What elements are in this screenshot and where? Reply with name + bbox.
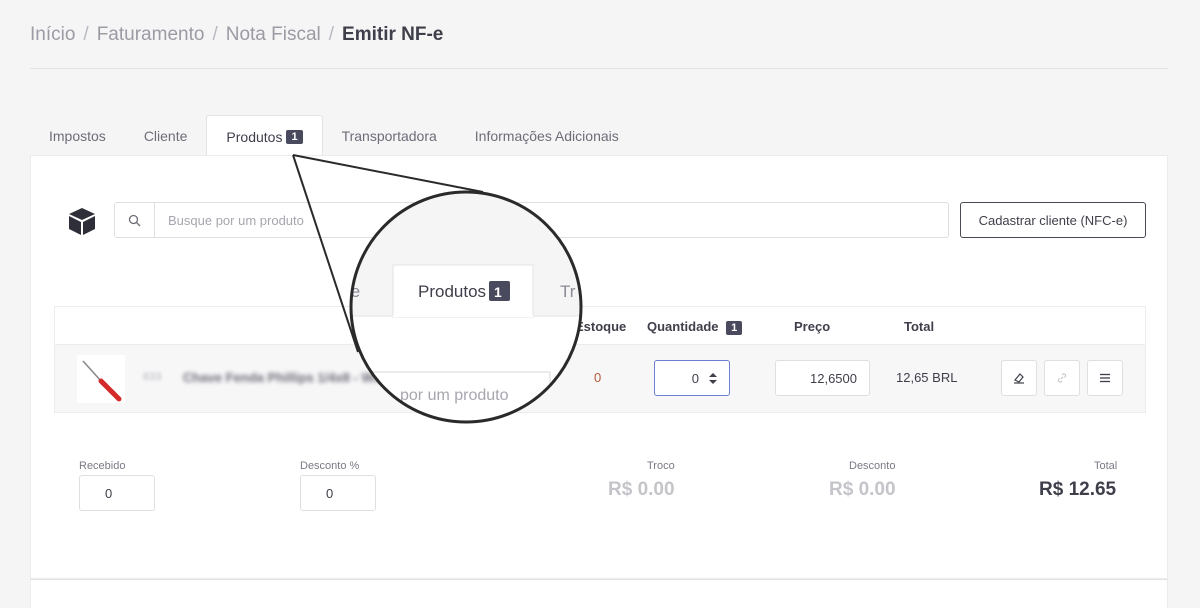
table-row: 633 Chave Fenda Phillips 1/4x8 - Wd 0 0 … <box>55 345 1145 412</box>
breadcrumb-faturamento[interactable]: Faturamento <box>97 24 205 46</box>
product-stock: 0 <box>594 370 602 385</box>
page-title: Emitir NF-e <box>342 24 444 45</box>
stepper-arrows-icon[interactable] <box>709 372 717 384</box>
breadcrumb-separator: / <box>212 24 218 45</box>
eraser-icon <box>1014 373 1024 384</box>
breadcrumb-nota-fiscal[interactable]: Nota Fiscal <box>226 24 321 46</box>
product-thumbnail <box>77 355 125 403</box>
tab-label: Transportadora <box>341 127 437 144</box>
tab-transportadora[interactable]: Transportadora <box>323 115 456 156</box>
received-label: Recebido <box>79 460 126 472</box>
edit-button[interactable] <box>1001 360 1037 396</box>
panel-footer <box>30 579 1168 608</box>
change-label: Troco <box>647 460 675 472</box>
tab-impostos[interactable]: Impostos <box>30 115 125 156</box>
tab-informacoes-adicionais[interactable]: Informações Adicionais <box>456 115 638 156</box>
breadcrumb-inicio[interactable]: Início <box>30 24 75 46</box>
total-label: Total <box>1094 460 1118 472</box>
column-header-estoque: Estoque <box>575 319 627 334</box>
product-search <box>114 202 949 238</box>
search-input[interactable] <box>155 203 948 237</box>
discount-value: R$ 0.00 <box>829 479 896 500</box>
tab-label: Informações Adicionais <box>474 127 619 144</box>
discount-label: Desconto <box>849 460 896 472</box>
quantity-stepper[interactable]: 0 <box>654 360 730 396</box>
total-value: R$ 12.65 <box>1039 479 1117 500</box>
column-header-quantidade: Quantidade 1 <box>647 319 743 335</box>
price-input[interactable]: 12,6500 <box>775 360 870 396</box>
received-input[interactable]: 0 <box>79 475 155 511</box>
column-header-total: Total <box>904 319 935 334</box>
search-icon <box>115 203 155 237</box>
tab-produtos[interactable]: Produtos 1 <box>206 115 323 157</box>
tab-label: Produtos <box>226 128 283 145</box>
hamburger-icon <box>1100 373 1110 383</box>
link-button[interactable] <box>1044 360 1080 396</box>
menu-button[interactable] <box>1087 360 1123 396</box>
tab-label: Impostos <box>49 127 106 144</box>
register-customer-button[interactable]: Cadastrar cliente (NFC-e) <box>960 202 1146 238</box>
box-icon <box>69 208 95 235</box>
quantity-badge: 1 <box>726 321 743 335</box>
column-header-preco: Preço <box>794 319 831 334</box>
header-divider <box>30 68 1168 69</box>
breadcrumb: Início / Faturamento / Nota Fiscal / Emi… <box>30 24 443 46</box>
product-code: 633 <box>143 371 162 383</box>
quantity-value: 0 <box>691 370 699 386</box>
products-table: Estoque Quantidade 1 Preço Total 633 Cha… <box>54 306 1146 413</box>
products-panel: Cadastrar cliente (NFC-e) Estoque Quanti… <box>30 155 1168 579</box>
tab-label: Cliente <box>143 127 188 144</box>
link-icon <box>1057 373 1067 383</box>
discount-percent-label: Desconto % <box>300 460 360 472</box>
row-total: 12,65 BRL <box>896 370 958 385</box>
discount-percent-input[interactable]: 0 <box>300 475 376 511</box>
table-header: Estoque Quantidade 1 Preço Total <box>55 307 1145 345</box>
tab-bar: Impostos Cliente Produtos 1 Transportado… <box>30 115 638 157</box>
breadcrumb-separator: / <box>328 24 335 45</box>
breadcrumb-separator: / <box>83 24 89 45</box>
product-name: Chave Fenda Phillips 1/4x8 - Wd <box>183 370 382 385</box>
tab-count-badge: 1 <box>286 129 303 144</box>
tab-cliente[interactable]: Cliente <box>125 115 207 156</box>
change-value: R$ 0.00 <box>608 479 675 500</box>
